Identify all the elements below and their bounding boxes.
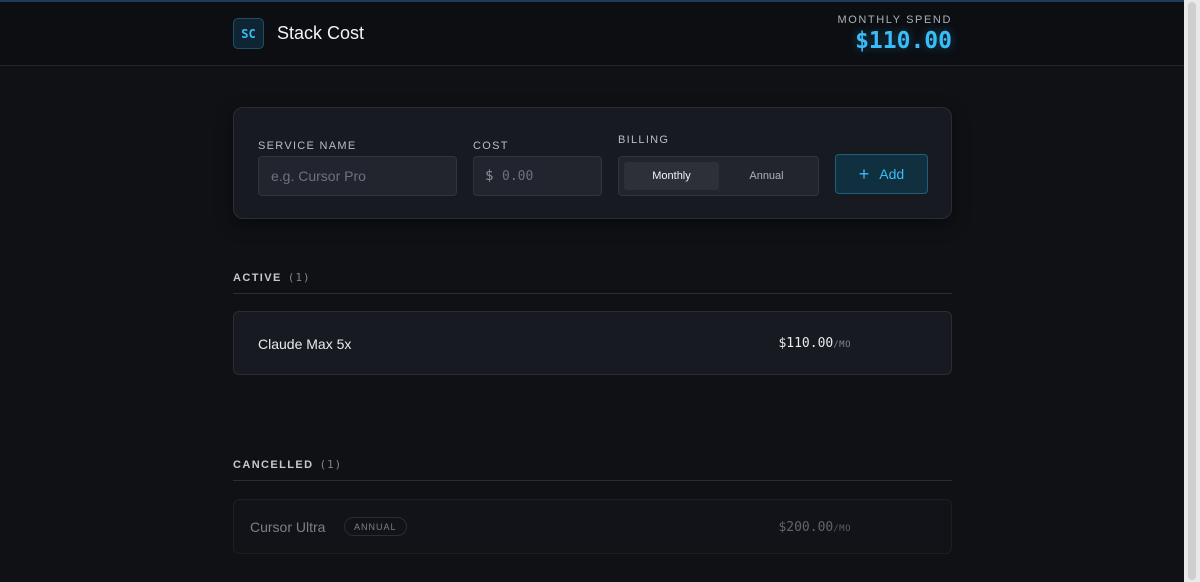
billing-badge: ANNUAL	[344, 517, 407, 536]
plus-icon: +	[858, 164, 870, 184]
billing-option-monthly[interactable]: Monthly	[624, 162, 719, 190]
subscription-name: Cursor Ultra	[250, 519, 326, 535]
add-service-form: SERVICE NAME COST $ BILLING Monthly Annu…	[233, 107, 952, 219]
page: SC Stack Cost MONTHLY SPEND $110.00 SERV…	[0, 0, 1184, 582]
cost-label: COST	[473, 140, 509, 152]
price-period: /MO	[833, 340, 851, 350]
add-button[interactable]: + Add	[835, 154, 928, 194]
page-scrollbar[interactable]	[1184, 0, 1200, 582]
service-name-label: SERVICE NAME	[258, 140, 357, 152]
subscription-row[interactable]: Claude Max 5x $110.00/MO	[233, 311, 952, 375]
cancelled-subscription-row[interactable]: Cursor Ultra ANNUAL $200.00/MO	[233, 499, 952, 554]
cancelled-divider	[233, 480, 952, 481]
price-period: /MO	[833, 524, 851, 534]
service-name-field-wrapper	[258, 156, 457, 196]
subscription-price: $200.00/MO	[778, 520, 851, 535]
scrollbar-thumb[interactable]	[1188, 2, 1196, 580]
subscription-name: Claude Max 5x	[258, 336, 352, 352]
billing-label: BILLING	[618, 134, 670, 146]
app-logo: SC	[233, 18, 264, 49]
active-section-header: ACTIVE (1)	[233, 271, 311, 284]
billing-toggle: Monthly Annual	[618, 156, 819, 196]
active-section-title: ACTIVE	[233, 272, 282, 284]
add-button-label: Add	[879, 166, 905, 182]
active-divider	[233, 293, 952, 294]
cancelled-section-header: CANCELLED (1)	[233, 458, 342, 471]
app-title: Stack Cost	[277, 23, 365, 43]
cancelled-count: (1)	[319, 458, 343, 471]
active-count: (1)	[287, 271, 311, 284]
app-header: SC Stack Cost MONTHLY SPEND $110.00	[0, 2, 1184, 66]
dollar-prefix: $	[485, 168, 494, 184]
monthly-spend-label: MONTHLY SPEND	[837, 14, 952, 26]
price-amount: $110.00	[778, 336, 834, 351]
price-amount: $200.00	[778, 520, 834, 535]
subscription-price: $110.00/MO	[778, 336, 851, 351]
monthly-spend-value: $110.00	[855, 28, 952, 54]
cancelled-section-title: CANCELLED	[233, 459, 314, 471]
service-name-input[interactable]	[259, 157, 456, 195]
billing-option-annual[interactable]: Annual	[719, 162, 814, 190]
cost-field-wrapper: $	[473, 156, 602, 196]
